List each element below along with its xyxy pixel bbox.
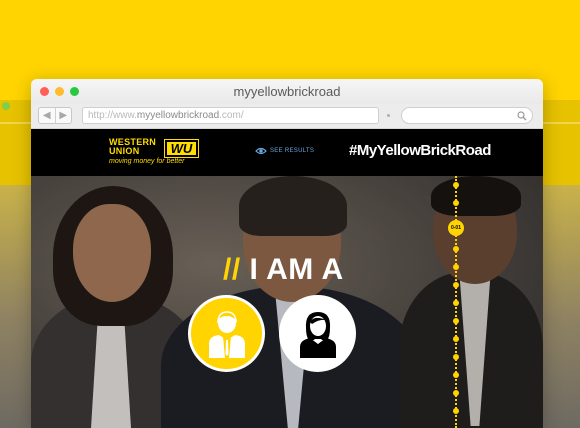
browser-search-field[interactable] — [401, 107, 533, 124]
road-step-dot[interactable] — [453, 336, 459, 342]
navigation-buttons: ◀ ▶ — [38, 107, 72, 124]
search-icon — [517, 111, 527, 121]
url-prefix: http://www. — [88, 110, 137, 121]
female-choice-button[interactable] — [279, 295, 356, 372]
window-title: myyellowbrickroad — [233, 84, 341, 99]
road-step-dot[interactable] — [453, 200, 459, 206]
road-step-dot[interactable] — [453, 354, 459, 360]
browser-toolbar: ◀ ▶ http://www.myyellowbrickroad.com/ — [31, 104, 543, 129]
road-step-dot[interactable] — [453, 408, 459, 414]
see-results-link[interactable]: SEE RESULTS — [255, 147, 314, 155]
headline-text: I AM A — [240, 253, 344, 286]
road-step-dot[interactable] — [453, 372, 459, 378]
forward-arrow-icon[interactable]: ▶ — [54, 108, 72, 123]
hashtag-title: #MyYellowBrickRoad — [349, 142, 491, 159]
title-bar: myyellowbrickroad — [31, 79, 543, 104]
businessman-icon — [208, 310, 245, 358]
eye-icon — [255, 147, 267, 155]
photo-overlay — [31, 176, 543, 428]
web-page: WESTERN UNION WU moving money for better … — [31, 129, 543, 428]
road-step-dot[interactable] — [453, 282, 459, 288]
businesswoman-icon — [299, 311, 336, 358]
road-step-dot[interactable] — [453, 264, 459, 270]
url-domain: myyellowbrickroad — [136, 110, 220, 121]
toolbar-separator-dot — [387, 114, 390, 117]
hero-section: // I AM A 0-01 — [31, 176, 543, 428]
url-bar[interactable]: http://www.myyellowbrickroad.com/ — [82, 107, 379, 124]
url-suffix: .com/ — [219, 110, 244, 121]
site-header: WESTERN UNION WU moving money for better … — [31, 129, 543, 176]
headline: // I AM A — [223, 255, 344, 285]
browser-window: myyellowbrickroad ◀ ▶ http://www.myyello… — [31, 79, 543, 428]
road-step-dot[interactable] — [453, 246, 459, 252]
road-current-node[interactable]: 0-01 — [448, 220, 464, 236]
road-step-dot[interactable] — [453, 300, 459, 306]
road-step-dot[interactable] — [453, 390, 459, 396]
logo-mark: WU — [164, 139, 199, 158]
road-step-dot[interactable] — [453, 318, 459, 324]
logo-wordmark: WESTERN UNION — [109, 137, 157, 156]
headline-slash: // — [223, 253, 241, 286]
background-dot — [2, 102, 10, 110]
road-step-dot[interactable] — [453, 182, 459, 188]
logo-tagline: moving money for better — [109, 158, 185, 165]
see-results-label: SEE RESULTS — [270, 148, 315, 154]
western-union-logo[interactable]: WESTERN UNION WU moving money for better — [109, 138, 204, 170]
back-arrow-icon[interactable]: ◀ — [39, 108, 55, 123]
male-choice-button[interactable] — [188, 295, 265, 372]
